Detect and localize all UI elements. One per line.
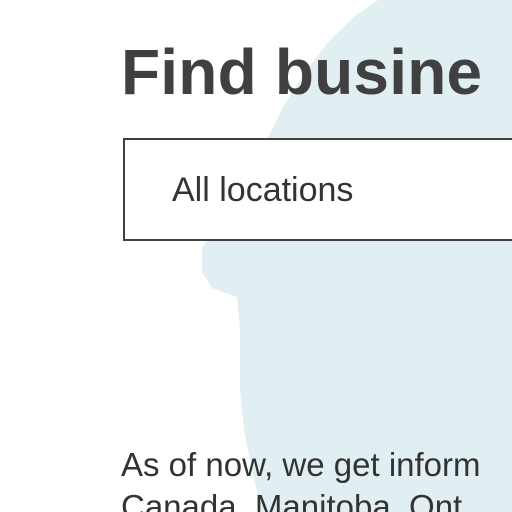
info-text-line: Canada, Manitoba, Ont: [121, 488, 463, 512]
main-content: Find busine All locations As of now, we …: [0, 0, 512, 512]
location-select-value: All locations: [172, 171, 354, 209]
info-text-line: As of now, we get inform: [121, 446, 481, 483]
find-business-page: Find busine All locations As of now, we …: [0, 0, 512, 512]
location-select[interactable]: All locations: [123, 138, 512, 241]
page-title: Find busine: [121, 36, 483, 108]
info-text: As of now, we get inform Canada, Manitob…: [121, 444, 512, 512]
